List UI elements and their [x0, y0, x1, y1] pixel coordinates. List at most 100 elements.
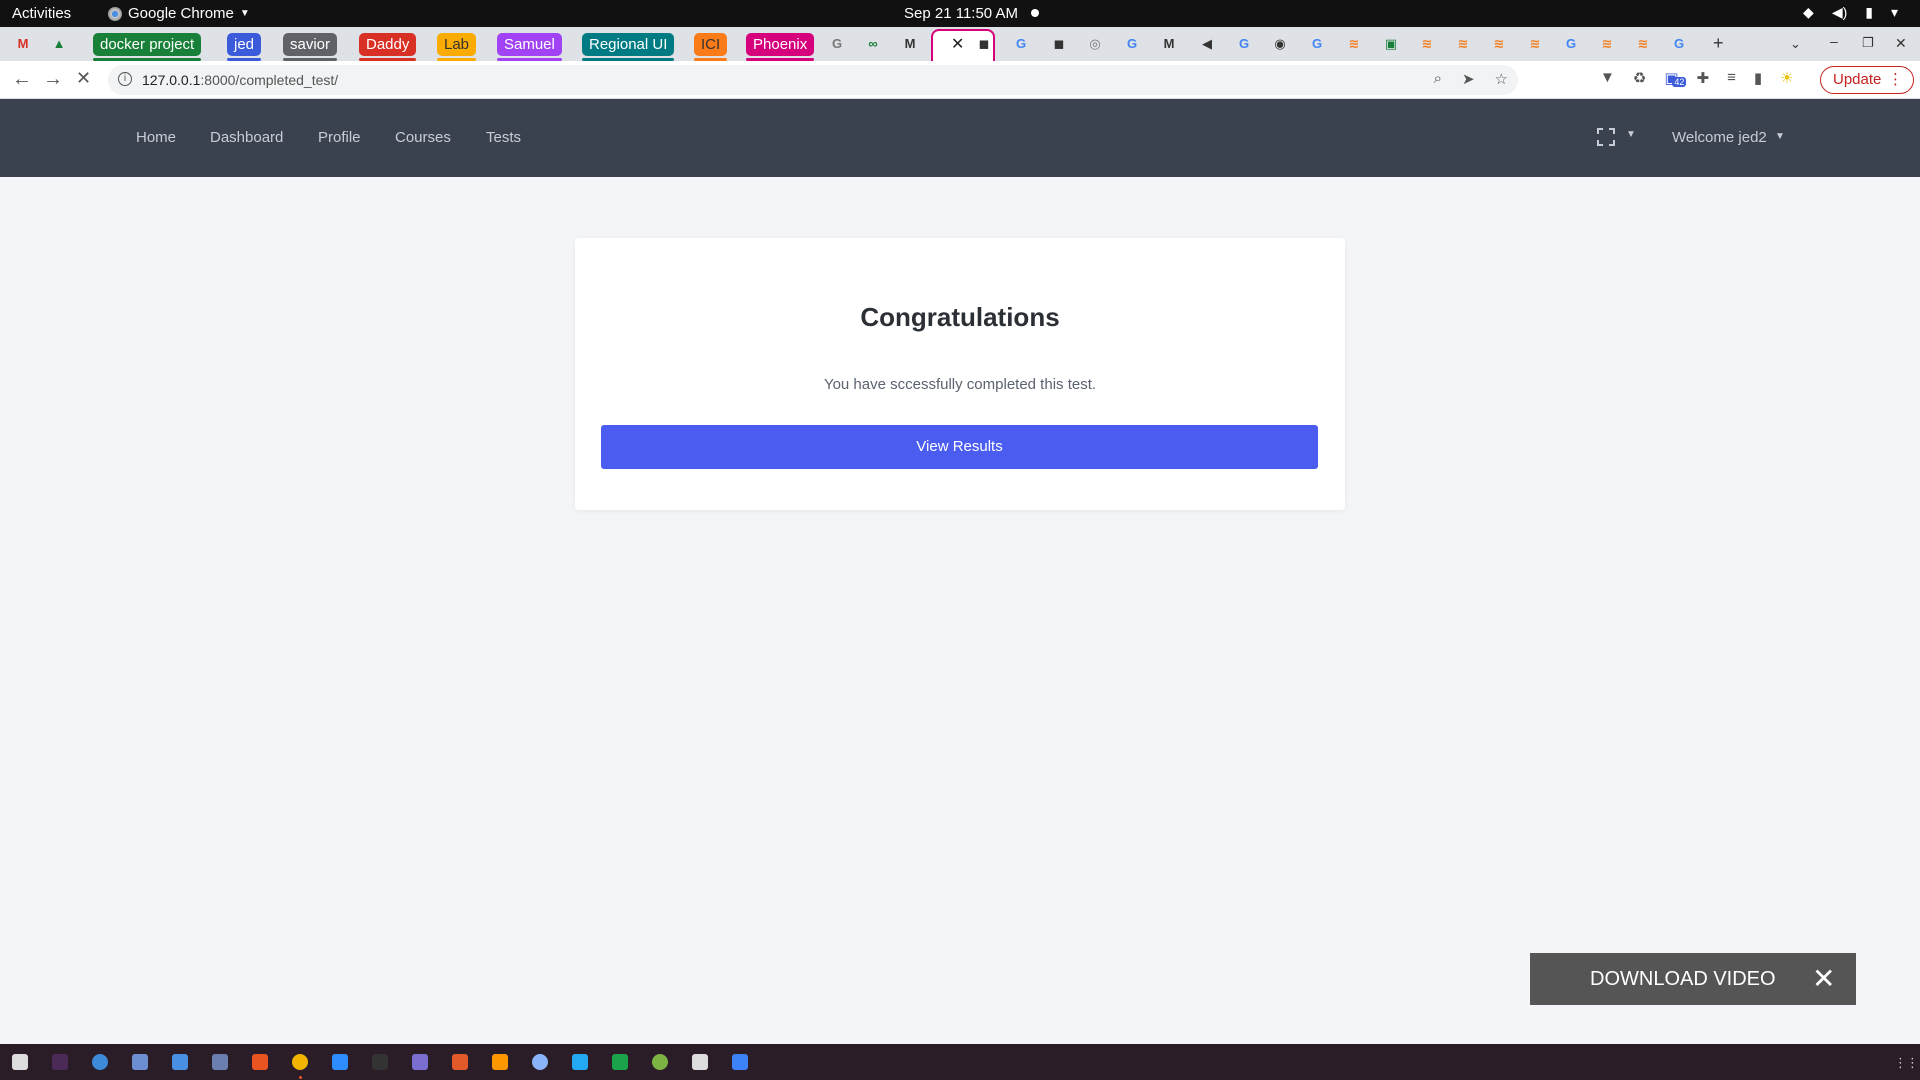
back-icon[interactable]: ← — [12, 68, 32, 91]
green-tab-icon[interactable]: ▣ — [1382, 35, 1400, 53]
ide-icon[interactable] — [52, 1054, 68, 1070]
clock[interactable]: Sep 21 11:50 AM — [904, 5, 1018, 22]
google-tab-icon-2[interactable]: G — [1012, 35, 1030, 53]
stackoverflow-tab-icon-4[interactable]: ≋ — [1490, 35, 1508, 53]
media-icon[interactable]: ≡ — [1727, 69, 1736, 87]
stackoverflow-tab-icon-7[interactable]: ≋ — [1634, 35, 1652, 53]
view-results-button[interactable]: View Results — [601, 425, 1318, 469]
download-video-label[interactable]: DOWNLOAD VIDEO — [1590, 953, 1776, 1005]
tab-group-lab[interactable]: Lab — [437, 33, 477, 61]
stackoverflow-tab-icon-5[interactable]: ≋ — [1526, 35, 1544, 53]
volume-icon: ◀) — [1831, 4, 1848, 20]
close-tab-icon[interactable]: ✕ — [951, 34, 964, 54]
battery-icon: ▮ — [1865, 4, 1873, 20]
nav-profile[interactable]: Profile — [318, 129, 361, 146]
send-icon[interactable]: ➤ — [1462, 70, 1475, 88]
google-tab-icon[interactable]: G — [828, 35, 846, 53]
user-menu[interactable]: Welcome jed2 — [1672, 129, 1767, 146]
activities-button[interactable]: Activities — [12, 5, 71, 22]
spreadsheet-icon[interactable] — [612, 1054, 628, 1070]
extension-icon-1[interactable]: ▼ — [1600, 69, 1615, 87]
chrome-dock-icon[interactable] — [292, 1054, 308, 1070]
nav-tests[interactable]: Tests — [486, 129, 521, 146]
system-top-bar: Activities Google Chrome ▼ Sep 21 11:50 … — [0, 0, 1920, 27]
network-icon[interactable] — [412, 1054, 428, 1070]
system-tray[interactable]: ◆ ◀) ▮ ▾ — [1803, 4, 1898, 21]
m-tab-icon[interactable]: M — [1160, 35, 1178, 53]
site-info-icon[interactable]: i — [118, 72, 132, 86]
fullscreen-icon[interactable] — [1596, 127, 1616, 147]
show-applications-icon[interactable]: ⋮⋮⋮ — [1894, 1055, 1920, 1071]
chat-icon[interactable] — [132, 1054, 148, 1070]
side-panel-icon[interactable]: ▮ — [1754, 69, 1762, 87]
medium-tab-icon[interactable]: M — [901, 35, 919, 53]
tab-group-savior[interactable]: savior — [283, 33, 338, 61]
zoom-app-icon[interactable] — [332, 1054, 348, 1070]
nav-home[interactable]: Home — [136, 129, 176, 146]
tab-group-ici[interactable]: ICI — [694, 33, 728, 61]
tab-group-samuel[interactable]: Samuel — [497, 33, 562, 61]
extension-badge-icon[interactable]: ▣42 — [1664, 69, 1687, 87]
stackoverflow-tab-icon[interactable]: ≋ — [1345, 35, 1363, 53]
completion-message: You have sccessfully completed this test… — [823, 376, 1097, 393]
vscode-icon[interactable] — [572, 1054, 588, 1070]
stackoverflow-tab-icon-3[interactable]: ≋ — [1454, 35, 1472, 53]
postman-icon[interactable] — [452, 1054, 468, 1070]
screenshot-icon[interactable] — [732, 1054, 748, 1070]
bookmark-star-icon[interactable]: ☆ — [1495, 70, 1508, 88]
globe-tab-icon[interactable]: ◎ — [1086, 35, 1104, 53]
document-icon[interactable] — [172, 1054, 188, 1070]
download-video-banner[interactable]: DOWNLOAD VIDEO ✕ — [1530, 953, 1856, 1005]
stackoverflow-tab-icon-6[interactable]: ≋ — [1598, 35, 1616, 53]
medium-tab-icon-2[interactable]: ◼ — [975, 35, 993, 53]
nav-courses[interactable]: Courses — [395, 129, 451, 146]
qgis-icon[interactable] — [652, 1054, 668, 1070]
recycle-icon[interactable]: ♻ — [1633, 69, 1646, 87]
google-tab-icon-6[interactable]: G — [1562, 35, 1580, 53]
kebab-menu-icon: ⋮ — [1888, 71, 1903, 88]
app-menu[interactable]: Google Chrome ▼ — [108, 5, 250, 22]
vim-icon[interactable] — [692, 1054, 708, 1070]
zoom-icon[interactable]: ⌕ — [1434, 70, 1442, 88]
google-tab-icon-5[interactable]: G — [1308, 35, 1326, 53]
close-icon[interactable]: ✕ — [1812, 953, 1835, 1005]
update-button[interactable]: Update ⋮ — [1820, 66, 1914, 94]
profile-avatar-icon[interactable]: ☀ — [1780, 69, 1793, 87]
gmail-tab-icon[interactable]: M — [14, 35, 32, 53]
help-icon[interactable] — [92, 1054, 108, 1070]
restore-icon[interactable]: ❐ — [1862, 35, 1874, 51]
tab-group-regional-ui[interactable]: Regional UI — [582, 33, 675, 61]
drive-tab-icon[interactable]: ▲ — [50, 35, 68, 53]
software-center-icon[interactable] — [252, 1054, 268, 1070]
user-menu-caret-icon[interactable]: ▼ — [1775, 131, 1785, 142]
link-tab-icon[interactable]: ∞ — [864, 35, 882, 53]
url-text[interactable]: 127.0.0.1:8000/completed_test/ — [142, 72, 338, 88]
tab-group-docker-project[interactable]: docker project — [93, 33, 202, 61]
tab-group-phoenix[interactable]: Phoenix — [746, 33, 815, 61]
github-tab-icon[interactable]: ◉ — [1271, 35, 1289, 53]
address-bar[interactable]: i 127.0.0.1:8000/completed_test/ ⌕ ➤ ☆ — [108, 65, 1518, 95]
minimize-icon[interactable]: – — [1830, 33, 1838, 49]
tab-group-daddy[interactable]: Daddy — [359, 33, 417, 61]
tab-group-jed[interactable]: jed — [227, 33, 262, 61]
new-tab-button[interactable]: + — [1713, 33, 1724, 54]
forward-icon[interactable]: → — [43, 68, 63, 91]
database-icon[interactable] — [212, 1054, 228, 1070]
terminal-icon[interactable] — [372, 1054, 388, 1070]
stackoverflow-tab-icon-2[interactable]: ≋ — [1418, 35, 1436, 53]
fullscreen-caret-icon[interactable]: ▼ — [1626, 129, 1636, 140]
close-window-icon[interactable]: ✕ — [1895, 35, 1907, 52]
medium-tab-icon-3[interactable]: ◼ — [1050, 35, 1068, 53]
audio-tab-icon[interactable]: ◀ — [1198, 35, 1216, 53]
files-icon[interactable] — [12, 1054, 28, 1070]
puzzle-icon[interactable]: ✚ — [1697, 69, 1710, 87]
sublime-icon[interactable] — [492, 1054, 508, 1070]
recording-indicator-icon — [1031, 9, 1039, 17]
google-tab-icon-7[interactable]: G — [1670, 35, 1688, 53]
clock-app-icon[interactable] — [532, 1054, 548, 1070]
tab-search-icon[interactable]: ⌄ — [1790, 36, 1801, 52]
google-tab-icon-3[interactable]: G — [1123, 35, 1141, 53]
stop-loading-icon[interactable]: ✕ — [76, 68, 91, 89]
nav-dashboard[interactable]: Dashboard — [210, 129, 283, 146]
google-tab-icon-4[interactable]: G — [1235, 35, 1253, 53]
